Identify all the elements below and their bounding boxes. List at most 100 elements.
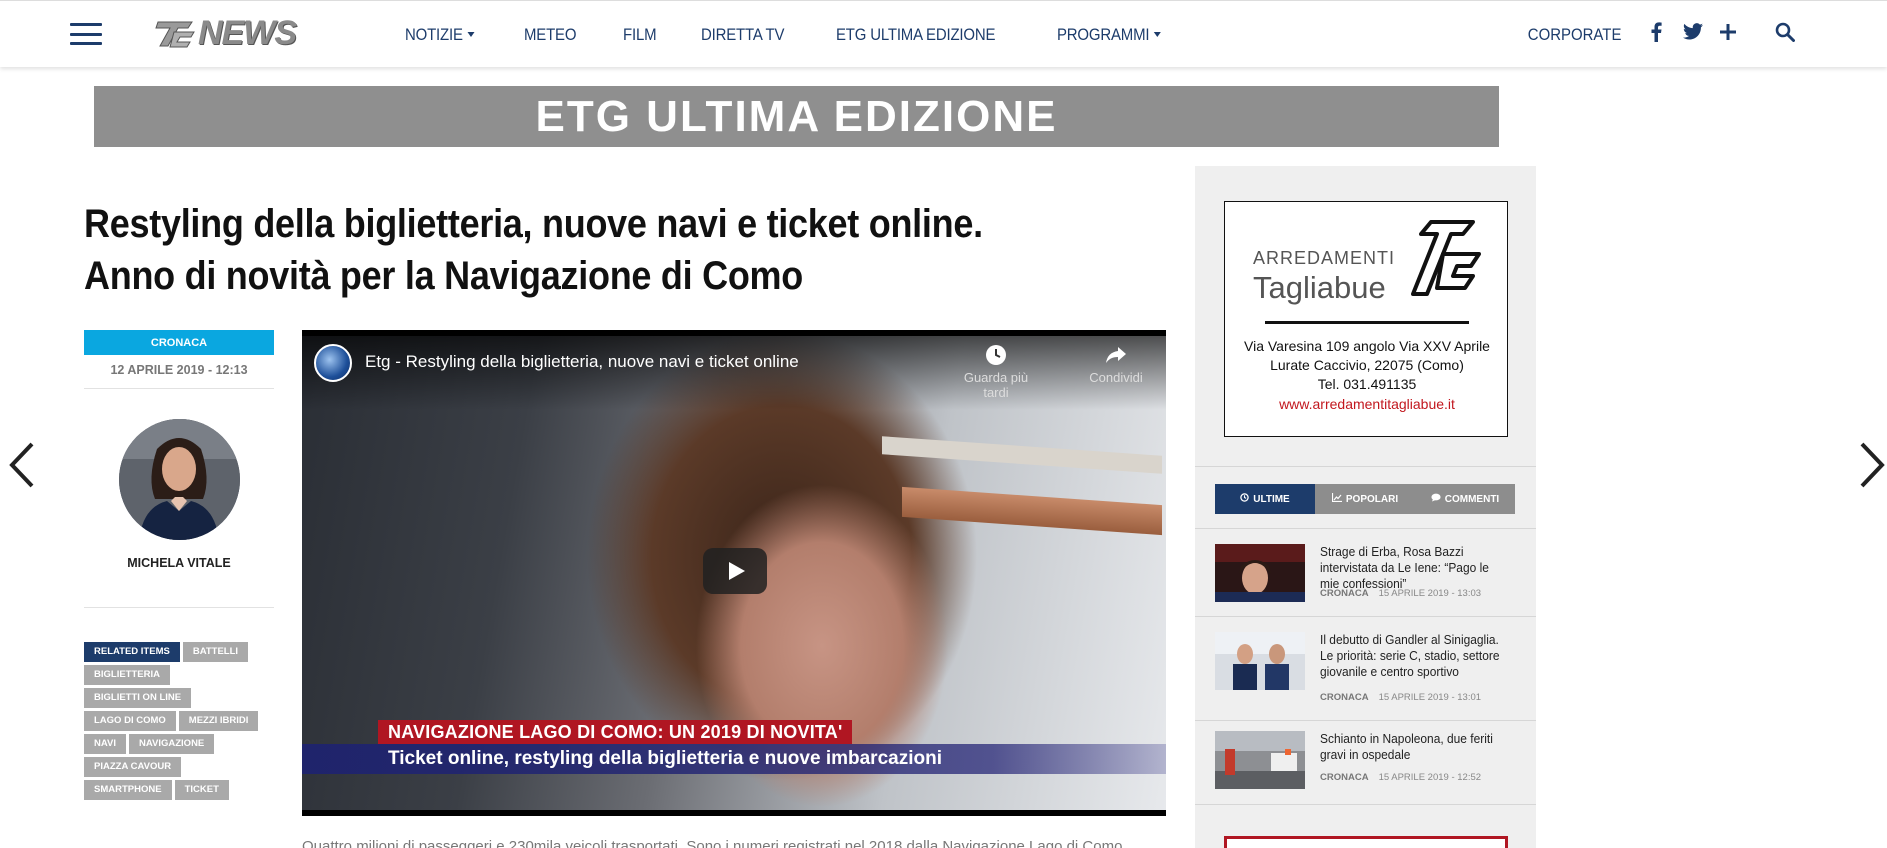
menu-icon[interactable] [70, 23, 102, 45]
tag-item[interactable]: TICKET [174, 780, 229, 800]
section-banner[interactable]: ETG ULTIMA EDIZIONE [94, 86, 1499, 147]
nav-label: PROGRAMMI [1056, 24, 1150, 44]
twitter-icon[interactable] [1683, 23, 1703, 46]
news-meta: CRONACA 15 APRILE 2019 - 13:01 [1320, 692, 1481, 703]
news-title[interactable]: Il debutto di Gandler al Sinigaglia. Le … [1320, 632, 1504, 680]
nav-label: NOTIZIE [405, 24, 463, 44]
ad-brand-line1: ARREDAMENTI [1253, 248, 1396, 268]
search-icon[interactable] [1775, 22, 1795, 47]
ad-logo-icon [1411, 220, 1481, 296]
tab-ultime[interactable]: ULTIME [1215, 484, 1315, 514]
tab-label: ULTIME [1253, 493, 1290, 505]
news-category[interactable]: CRONACA [1320, 692, 1369, 703]
category-badge[interactable]: CRONACA [84, 330, 274, 355]
lower-third-red: NAVIGAZIONE LAGO DI COMO: UN 2019 DI NOV… [378, 720, 853, 744]
logo-text: NEWS [198, 13, 297, 52]
tag-item[interactable]: BIGLIETTERIA [84, 665, 170, 685]
channel-avatar-icon[interactable] [314, 344, 352, 382]
nav-film[interactable]: FILM [623, 24, 657, 45]
sidebar-divider [1195, 466, 1536, 467]
nav-etg-ultima-edizione[interactable]: ETG ULTIMA EDIZIONE [836, 25, 995, 45]
news-thumbnail [1215, 632, 1305, 690]
related-tags: RELATED ITEMS BATTELLI BIGLIETTERIA BIGL… [84, 642, 274, 803]
news-date: 15 APRILE 2019 - 13:01 [1378, 692, 1482, 703]
chevron-left-icon [9, 442, 34, 488]
news-item[interactable]: Il debutto di Gandler al Sinigaglia. Le … [1215, 632, 1515, 703]
article-title: Restyling della biglietteria, nuove navi… [84, 202, 983, 298]
tag-item[interactable]: MEZZI IBRIDI [178, 711, 259, 731]
news-title[interactable]: Strage di Erba, Rosa Bazzi intervistata … [1320, 544, 1504, 592]
lower-third-blue: Ticket online, restyling della bigliette… [302, 744, 1166, 774]
facebook-icon[interactable] [1647, 21, 1665, 48]
nav-notizie[interactable]: NOTIZIE [405, 24, 475, 45]
nav-right: CORPORATE [1515, 1, 1795, 68]
tag-item[interactable]: BATTELLI [182, 642, 249, 662]
ad-divider [1265, 321, 1469, 324]
nav-label: DIRETTA TV [701, 24, 785, 44]
ad-brand-line2: Tagliabue [1253, 270, 1386, 305]
nav-programmi[interactable]: PROGRAMMI [1057, 25, 1161, 45]
chevron-down-icon [1153, 32, 1161, 37]
news-item[interactable]: Schianto in Napoleona, due feriti gravi … [1215, 731, 1515, 801]
news-category[interactable]: CRONACA [1320, 588, 1369, 599]
chart-icon [1331, 493, 1342, 505]
prev-article-arrow[interactable] [6, 440, 36, 490]
tag-item[interactable]: PIAZZA CAVOUR [84, 757, 182, 777]
play-button[interactable] [703, 548, 767, 594]
plus-icon[interactable] [1719, 23, 1737, 46]
sidebar-tabs: ULTIME POPOLARI COMMENTI [1215, 484, 1515, 514]
section-banner-title: ETG ULTIMA EDIZIONE [535, 91, 1058, 141]
chevron-down-icon [467, 32, 475, 37]
article-teaser: Quattro milioni di passeggeri e 230mila … [302, 838, 1123, 848]
news-item[interactable]: Strage di Erba, Rosa Bazzi intervistata … [1215, 544, 1515, 614]
video-scene-shelf [882, 436, 1162, 474]
share-button[interactable]: Condividi [1076, 344, 1156, 385]
sidebar: ARREDAMENTI Tagliabue Via Varesina 109 a… [1195, 166, 1536, 848]
clock-icon [956, 344, 1036, 370]
share-icon [1076, 344, 1156, 370]
sidebar-divider [1195, 616, 1536, 617]
corporate-link[interactable]: CORPORATE [1527, 25, 1621, 45]
nav-label: FILM [623, 24, 657, 44]
video-player[interactable]: Etg - Restyling della biglietteria, nuov… [302, 330, 1166, 816]
sidebar-divider [1195, 528, 1536, 529]
tag-item[interactable]: BIGLIETTI ON LINE [84, 688, 192, 708]
ad-address-1: Via Varesina 109 angolo Via XXV Aprile [1244, 338, 1490, 354]
site-logo[interactable]: NEWS [154, 13, 297, 52]
tag-related-items: RELATED ITEMS [84, 642, 180, 662]
watch-later-button[interactable]: Guarda più tardi [956, 344, 1036, 400]
sidebar-divider [1195, 720, 1536, 721]
video-scene-counter [902, 486, 1162, 536]
tag-item[interactable]: LAGO DI COMO [84, 711, 176, 731]
nav-meteo[interactable]: METEO [524, 25, 576, 45]
main-nav: NOTIZIE METEO FILM DIRETTA TV ETG ULTIMA… [405, 1, 1215, 68]
tag-item[interactable]: NAVI [84, 734, 126, 754]
next-article-arrow[interactable] [1858, 440, 1887, 490]
ad-url[interactable]: www.arredamentitagliabue.it [1225, 396, 1509, 412]
tab-popolari[interactable]: POPOLARI [1315, 484, 1415, 514]
tab-commenti[interactable]: COMMENTI [1415, 484, 1515, 514]
news-date: 15 APRILE 2019 - 13:03 [1378, 588, 1482, 599]
sidebar-ad-2[interactable] [1224, 836, 1508, 848]
share-label: Condividi [1089, 370, 1143, 385]
clock-icon [1240, 493, 1249, 505]
sidebar-ad-tagliabue[interactable]: ARREDAMENTI Tagliabue Via Varesina 109 a… [1224, 201, 1508, 437]
news-category[interactable]: CRONACA [1320, 772, 1369, 783]
author-name[interactable]: MICHELA VITALE [84, 556, 274, 608]
nav-diretta-tv[interactable]: DIRETTA TV [701, 25, 784, 45]
video-title[interactable]: Etg - Restyling della biglietteria, nuov… [365, 352, 799, 372]
news-meta: CRONACA 15 APRILE 2019 - 12:52 [1320, 772, 1481, 783]
tag-item[interactable]: NAVIGAZIONE [129, 734, 215, 754]
tag-item[interactable]: SMARTPHONE [84, 780, 172, 800]
news-thumbnail [1215, 544, 1305, 602]
news-thumbnail [1215, 731, 1305, 789]
nav-label: METEO [523, 24, 576, 44]
news-meta: CRONACA 15 APRILE 2019 - 13:03 [1320, 588, 1481, 599]
top-navbar: NEWS NOTIZIE METEO FILM DIRETTA TV ETG U… [0, 0, 1887, 67]
author-avatar[interactable] [118, 419, 240, 540]
tab-label: COMMENTI [1444, 493, 1500, 505]
chevron-right-icon [1860, 442, 1885, 488]
news-title[interactable]: Schianto in Napoleona, due feriti gravi … [1320, 731, 1504, 763]
ad-address-2: Lurate Caccivio, 22075 (Como) [1270, 357, 1464, 373]
sidebar-divider [1195, 804, 1536, 805]
